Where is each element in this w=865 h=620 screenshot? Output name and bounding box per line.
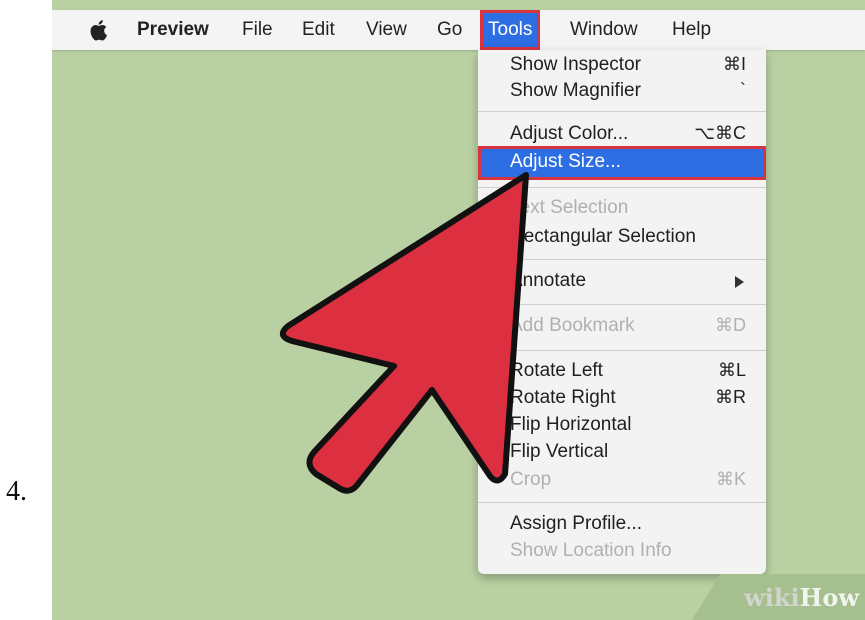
menu-preview[interactable]: Preview bbox=[137, 10, 209, 50]
menu-window[interactable]: Window bbox=[570, 10, 638, 50]
menu-tools[interactable]: Tools bbox=[480, 10, 541, 50]
menu-item-label: Add Bookmark bbox=[510, 315, 635, 336]
menu-item-shortcut: ⌘D bbox=[715, 315, 746, 335]
menu-item-label: Adjust Color... bbox=[510, 123, 629, 144]
menu-item-label: Show Location Info bbox=[510, 540, 672, 561]
watermark-wiki: wiki bbox=[744, 583, 800, 612]
menu-item-annotate[interactable]: Annotate bbox=[478, 269, 766, 295]
menu-item-show-location-info: Show Location Info bbox=[478, 539, 766, 565]
menu-item-shortcut: ⌘I bbox=[722, 54, 746, 74]
menu-item-assign-profile[interactable]: Assign Profile... bbox=[478, 512, 766, 538]
menu-file[interactable]: File bbox=[242, 10, 273, 50]
watermark-how: How bbox=[799, 583, 859, 612]
menu-item-adjust-size[interactable]: Adjust Size... bbox=[478, 146, 766, 180]
mac-desktop: Preview File Edit View Go Tools Window H… bbox=[52, 0, 865, 620]
menu-separator bbox=[478, 259, 766, 260]
menu-view[interactable]: View bbox=[366, 10, 407, 50]
menu-item-rectangular-selection[interactable]: Rectangular Selection bbox=[478, 225, 766, 251]
menu-item-crop: Crop ⌘K bbox=[478, 468, 766, 494]
menu-separator bbox=[478, 187, 766, 188]
menu-item-text-selection: Text Selection bbox=[478, 196, 766, 222]
menu-item-label: Adjust Size... bbox=[510, 151, 621, 172]
menu-item-label: Assign Profile... bbox=[510, 513, 642, 534]
menu-item-label: Show Inspector bbox=[510, 54, 641, 75]
menu-separator bbox=[478, 350, 766, 351]
menu-item-shortcut: ⌘K bbox=[715, 469, 746, 489]
menu-bar: Preview File Edit View Go Tools Window H… bbox=[52, 10, 865, 50]
menu-separator bbox=[478, 304, 766, 305]
menu-item-show-magnifier[interactable]: Show Magnifier ` bbox=[478, 79, 766, 105]
menu-item-add-bookmark: Add Bookmark ⌘D bbox=[478, 314, 766, 340]
apple-icon[interactable] bbox=[90, 18, 110, 42]
menu-separator bbox=[478, 502, 766, 503]
menu-item-shortcut: ⌘R bbox=[715, 387, 746, 407]
menu-item-label: Crop bbox=[510, 469, 552, 490]
menu-item-shortcut: ⌥⌘C bbox=[694, 123, 746, 143]
menu-item-adjust-color[interactable]: Adjust Color... ⌥⌘C bbox=[478, 122, 766, 148]
menu-item-label: Flip Horizontal bbox=[510, 414, 632, 435]
menu-item-label: Rotate Left bbox=[510, 360, 603, 381]
menu-item-label: Text Selection bbox=[510, 197, 629, 218]
menu-item-label: Show Magnifier bbox=[510, 80, 641, 101]
menu-item-label: Rotate Right bbox=[510, 387, 616, 408]
wikihow-watermark: wikiHow bbox=[744, 583, 859, 612]
menu-item-show-inspector[interactable]: Show Inspector ⌘I bbox=[478, 53, 766, 79]
submenu-arrow-icon bbox=[735, 276, 744, 288]
menu-item-label: Rectangular Selection bbox=[510, 226, 696, 247]
menu-item-shortcut: ⌘L bbox=[717, 360, 746, 380]
tutorial-step-image: 4. Preview File Edit View Go Tools Windo… bbox=[0, 0, 865, 620]
menu-item-flip-vertical[interactable]: Flip Vertical bbox=[478, 440, 766, 466]
menu-edit[interactable]: Edit bbox=[302, 10, 335, 50]
menu-item-shortcut: ` bbox=[740, 80, 746, 100]
menu-go[interactable]: Go bbox=[437, 10, 462, 50]
tools-menu: Show Inspector ⌘I Show Magnifier ` Adjus… bbox=[478, 50, 766, 574]
menu-separator bbox=[478, 111, 766, 112]
menu-help[interactable]: Help bbox=[672, 10, 711, 50]
menu-item-label: Annotate bbox=[510, 270, 587, 291]
menu-item-rotate-right[interactable]: Rotate Right ⌘R bbox=[478, 386, 766, 412]
menu-item-rotate-left[interactable]: Rotate Left ⌘L bbox=[478, 359, 766, 385]
menu-item-label: Flip Vertical bbox=[510, 441, 609, 462]
menu-item-flip-horizontal[interactable]: Flip Horizontal bbox=[478, 413, 766, 439]
step-number: 4. bbox=[6, 476, 27, 507]
